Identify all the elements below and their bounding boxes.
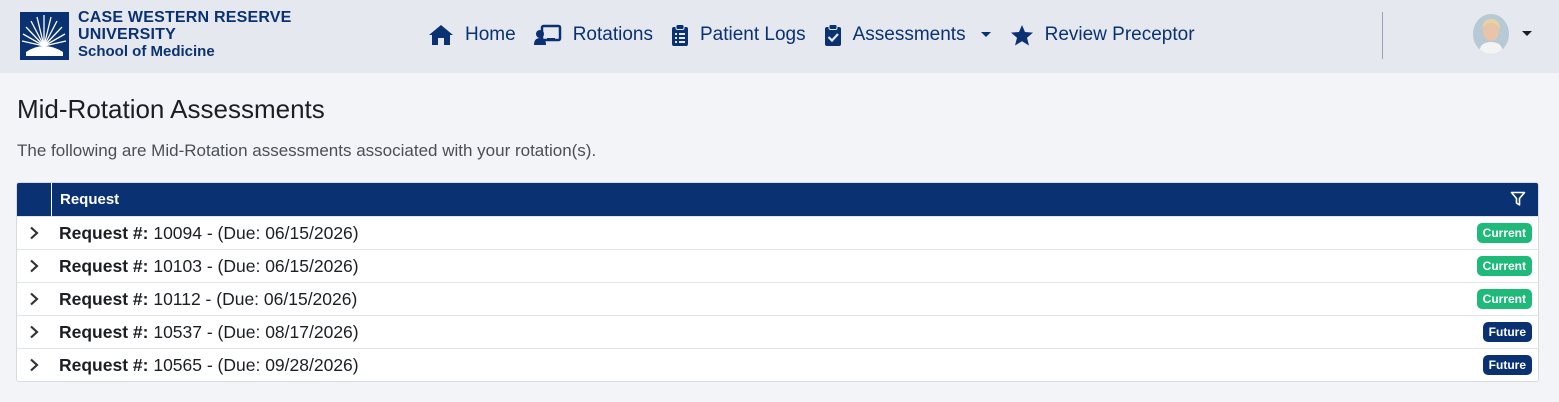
chevron-right-icon[interactable] [17,259,51,273]
row-label: Request #: 10565 - (Due: 09/28/2026) [59,355,359,376]
nav-review-preceptor-label: Review Preceptor [1044,24,1195,45]
row-detail: 10112 - (Due: 06/15/2026) [148,288,358,309]
table-row[interactable]: Request #: 10094 - (Due: 06/15/2026) Cur… [17,216,1538,249]
logo-line-3: School of Medicine [78,43,215,60]
page-description: The following are Mid-Rotation assessmen… [17,141,597,160]
navbar-divider [1382,12,1383,59]
row-prefix: Request #: [59,321,149,342]
row-label: Request #: 10103 - (Due: 06/15/2026) [59,256,359,277]
avatar [1473,14,1509,54]
rotations-icon [533,24,562,46]
clipboard-icon [671,24,689,46]
nav-assessments[interactable]: Assessments [824,24,992,46]
nav-home[interactable]: Home [428,24,516,46]
nav-assessments-label: Assessments [852,24,966,45]
table-row[interactable]: Request #: 10537 - (Due: 08/17/2026) Fut… [17,315,1538,348]
row-label: Request #: 10112 - (Due: 06/15/2026) [59,289,357,310]
filter-icon[interactable] [1510,191,1526,207]
user-menu[interactable] [1473,14,1533,54]
row-prefix: Request #: [59,222,149,243]
row-prefix: Request #: [59,288,149,309]
nav-patient-logs[interactable]: Patient Logs [671,24,806,46]
chevron-right-icon[interactable] [17,292,51,306]
row-prefix: Request #: [59,255,149,276]
table-row[interactable]: Request #: 10112 - (Due: 06/15/2026) Cur… [17,282,1538,315]
row-detail: 10565 - (Due: 09/28/2026) [148,354,359,375]
top-navbar: CASE WESTERN RESERVE UNIVERSITY School o… [0,0,1559,73]
star-icon [1010,24,1034,46]
table-row[interactable]: Request #: 10103 - (Due: 06/15/2026) Cur… [17,249,1538,282]
row-detail: 10537 - (Due: 08/17/2026) [148,321,359,342]
main-nav: Home Rotations Patient Logs Assessments … [428,20,1213,50]
grid-header: Request [17,183,1538,216]
clipboard-check-icon [824,24,842,46]
chevron-right-icon[interactable] [17,358,51,372]
logo-line-1: CASE WESTERN RESERVE [78,9,292,26]
header-spacer [17,183,52,216]
page-title: Mid-Rotation Assessments [17,94,325,124]
nav-patient-logs-label: Patient Logs [699,24,806,45]
column-header-request[interactable]: Request [60,191,119,208]
nav-review-preceptor[interactable]: Review Preceptor [1010,24,1195,46]
status-badge: Future [1482,355,1532,375]
status-badge: Current [1476,256,1532,276]
nav-rotations[interactable]: Rotations [533,24,653,46]
logo-sunburst-icon [20,12,69,60]
row-prefix: Request #: [59,354,149,375]
nav-rotations-label: Rotations [572,24,653,45]
home-icon [428,24,454,46]
status-badge: Current [1476,289,1532,309]
row-label: Request #: 10537 - (Due: 08/17/2026) [59,322,359,343]
nav-home-label: Home [465,24,516,45]
assessments-grid: Request Request #: 10094 - (Due: 06/15/2… [16,182,1539,382]
chevron-down-icon [1521,30,1533,38]
university-logo[interactable]: CASE WESTERN RESERVE UNIVERSITY School o… [20,9,292,60]
row-detail: 10094 - (Due: 06/15/2026) [148,222,359,243]
chevron-right-icon[interactable] [17,226,51,240]
chevron-right-icon[interactable] [17,325,51,339]
table-row[interactable]: Request #: 10565 - (Due: 09/28/2026) Fut… [17,348,1538,381]
status-badge: Future [1482,322,1532,342]
logo-line-2: UNIVERSITY [78,26,177,43]
status-badge: Current [1476,223,1532,243]
row-label: Request #: 10094 - (Due: 06/15/2026) [59,223,359,244]
row-detail: 10103 - (Due: 06/15/2026) [148,255,359,276]
chevron-down-icon [980,31,992,39]
